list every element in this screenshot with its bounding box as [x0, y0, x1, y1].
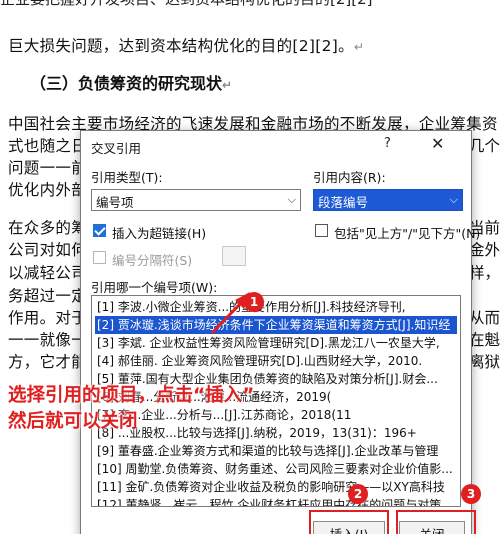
insert-hyperlink-label: 插入为超链接(H) — [112, 226, 207, 241]
ref-content-select[interactable]: 段落编号 ⌵ — [313, 189, 463, 211]
doc-cut-top-line: 企业要把握好开发项目、达到资本结构优化的目的[2][2] — [0, 0, 500, 8]
list-item[interactable]: [9] 董春盛.企业筹资方式和渠道的比较与选择[J].企业改革与管理 — [95, 442, 457, 460]
doc-line-1: 巨大损失问题，达到资本结构优化的目的[2][2]。↵ — [8, 37, 365, 55]
doc-line: 以减轻公司 — [8, 264, 88, 282]
help-button[interactable]: ? — [384, 136, 391, 151]
doc-right-fragment: 从而 — [468, 309, 500, 327]
include-above-below-checkbox[interactable] — [315, 224, 328, 237]
doc-line: 式也随之日 — [8, 137, 88, 155]
annotation-line-1: 选择引用的项目，点击“插入” — [8, 385, 255, 406]
ref-type-select[interactable]: 编号项 ⌵ — [91, 189, 301, 211]
doc-line: 优化内外部 — [8, 181, 88, 199]
doc-line: 问题一一前 — [8, 159, 88, 177]
doc-line: 在众多的筹 — [8, 219, 88, 237]
list-item[interactable]: [12] 董静贤，崔云，程竹.企业财务杠杆应用中存在的问题与对策... — [95, 496, 457, 506]
doc-line: 方，它才能 — [8, 353, 88, 371]
chevron-down-icon: ⌵ — [449, 193, 458, 206]
doc-right-fragment: 离狱 — [468, 353, 500, 371]
step-badge-2: 2 — [348, 484, 368, 504]
ref-content-value: 段落编号 — [318, 195, 369, 210]
ref-content-label: 引用内容(R): — [313, 170, 386, 185]
list-label: 引用哪一个编号项(W): — [91, 280, 218, 295]
include-above-below-label: 包括"见上方"/"见下方"(N) — [334, 226, 481, 241]
annotation-text: 选择引用的项目，点击“插入” 然后就可以关闭 — [8, 383, 254, 435]
dialog-title: 交叉引用 — [91, 141, 142, 156]
list-item-selected[interactable]: [2] 贾冰璇.浅谈市场经济条件下企业筹资渠道和筹资方式[J].知识经 — [95, 316, 457, 334]
doc-line: 务超过一定 — [8, 287, 88, 305]
doc-line: 作用。对于 — [8, 309, 88, 327]
list-item[interactable]: [4] 郝佳丽. 企业筹资风险管理研究[D].山西财经大学，2010. — [95, 352, 457, 370]
highlight-insert-button — [309, 510, 389, 534]
doc-heading: （三）负债筹资的研究现状↵ — [30, 74, 233, 93]
list-item[interactable]: [1] 李波.小微企业筹资...的重要作用分析[J].科技经济导刊, — [95, 298, 457, 316]
doc-right-fragment: 几个 — [468, 137, 500, 155]
close-icon[interactable]: ✕ — [431, 134, 444, 153]
chevron-down-icon: ⌵ — [287, 193, 296, 206]
separator-input[interactable] — [222, 246, 246, 266]
list-item[interactable]: [10] 周勤堂.负债筹资、财务重述、公司风险三要素对企业价值影... — [95, 460, 457, 478]
doc-line: 公司对如何 — [8, 241, 88, 259]
ref-type-label: 引用类型(T): — [91, 170, 163, 185]
cross-reference-dialog: 交叉引用 ? ✕ 引用类型(T): 编号项 ⌵ 引用内容(R): 段落编号 ⌵ … — [80, 130, 480, 534]
separator-label: 编号分隔符(S) — [112, 253, 193, 268]
list-item[interactable]: [11] 金矿.负债筹资对企业收益及税负的影响研究——以XY高科技 — [95, 478, 457, 496]
doc-right-fragment: 在魁 — [468, 331, 500, 349]
insert-hyperlink-checkbox[interactable] — [93, 224, 106, 237]
doc-right-fragment: 样， — [468, 264, 500, 282]
ref-type-value: 编号项 — [96, 195, 134, 210]
step-badge-3: 3 — [461, 484, 481, 504]
separator-checkbox[interactable] — [93, 251, 106, 264]
annotation-line-2: 然后就可以关闭 — [8, 411, 138, 432]
doc-line: 一一就像一 — [8, 331, 88, 349]
list-item[interactable]: [3] 李斌. 企业权益性筹资风险管理研究[D].黑龙江八一农垦大学, — [95, 334, 457, 352]
step-badge-1: 1 — [244, 292, 264, 312]
highlight-close-button — [396, 510, 476, 534]
